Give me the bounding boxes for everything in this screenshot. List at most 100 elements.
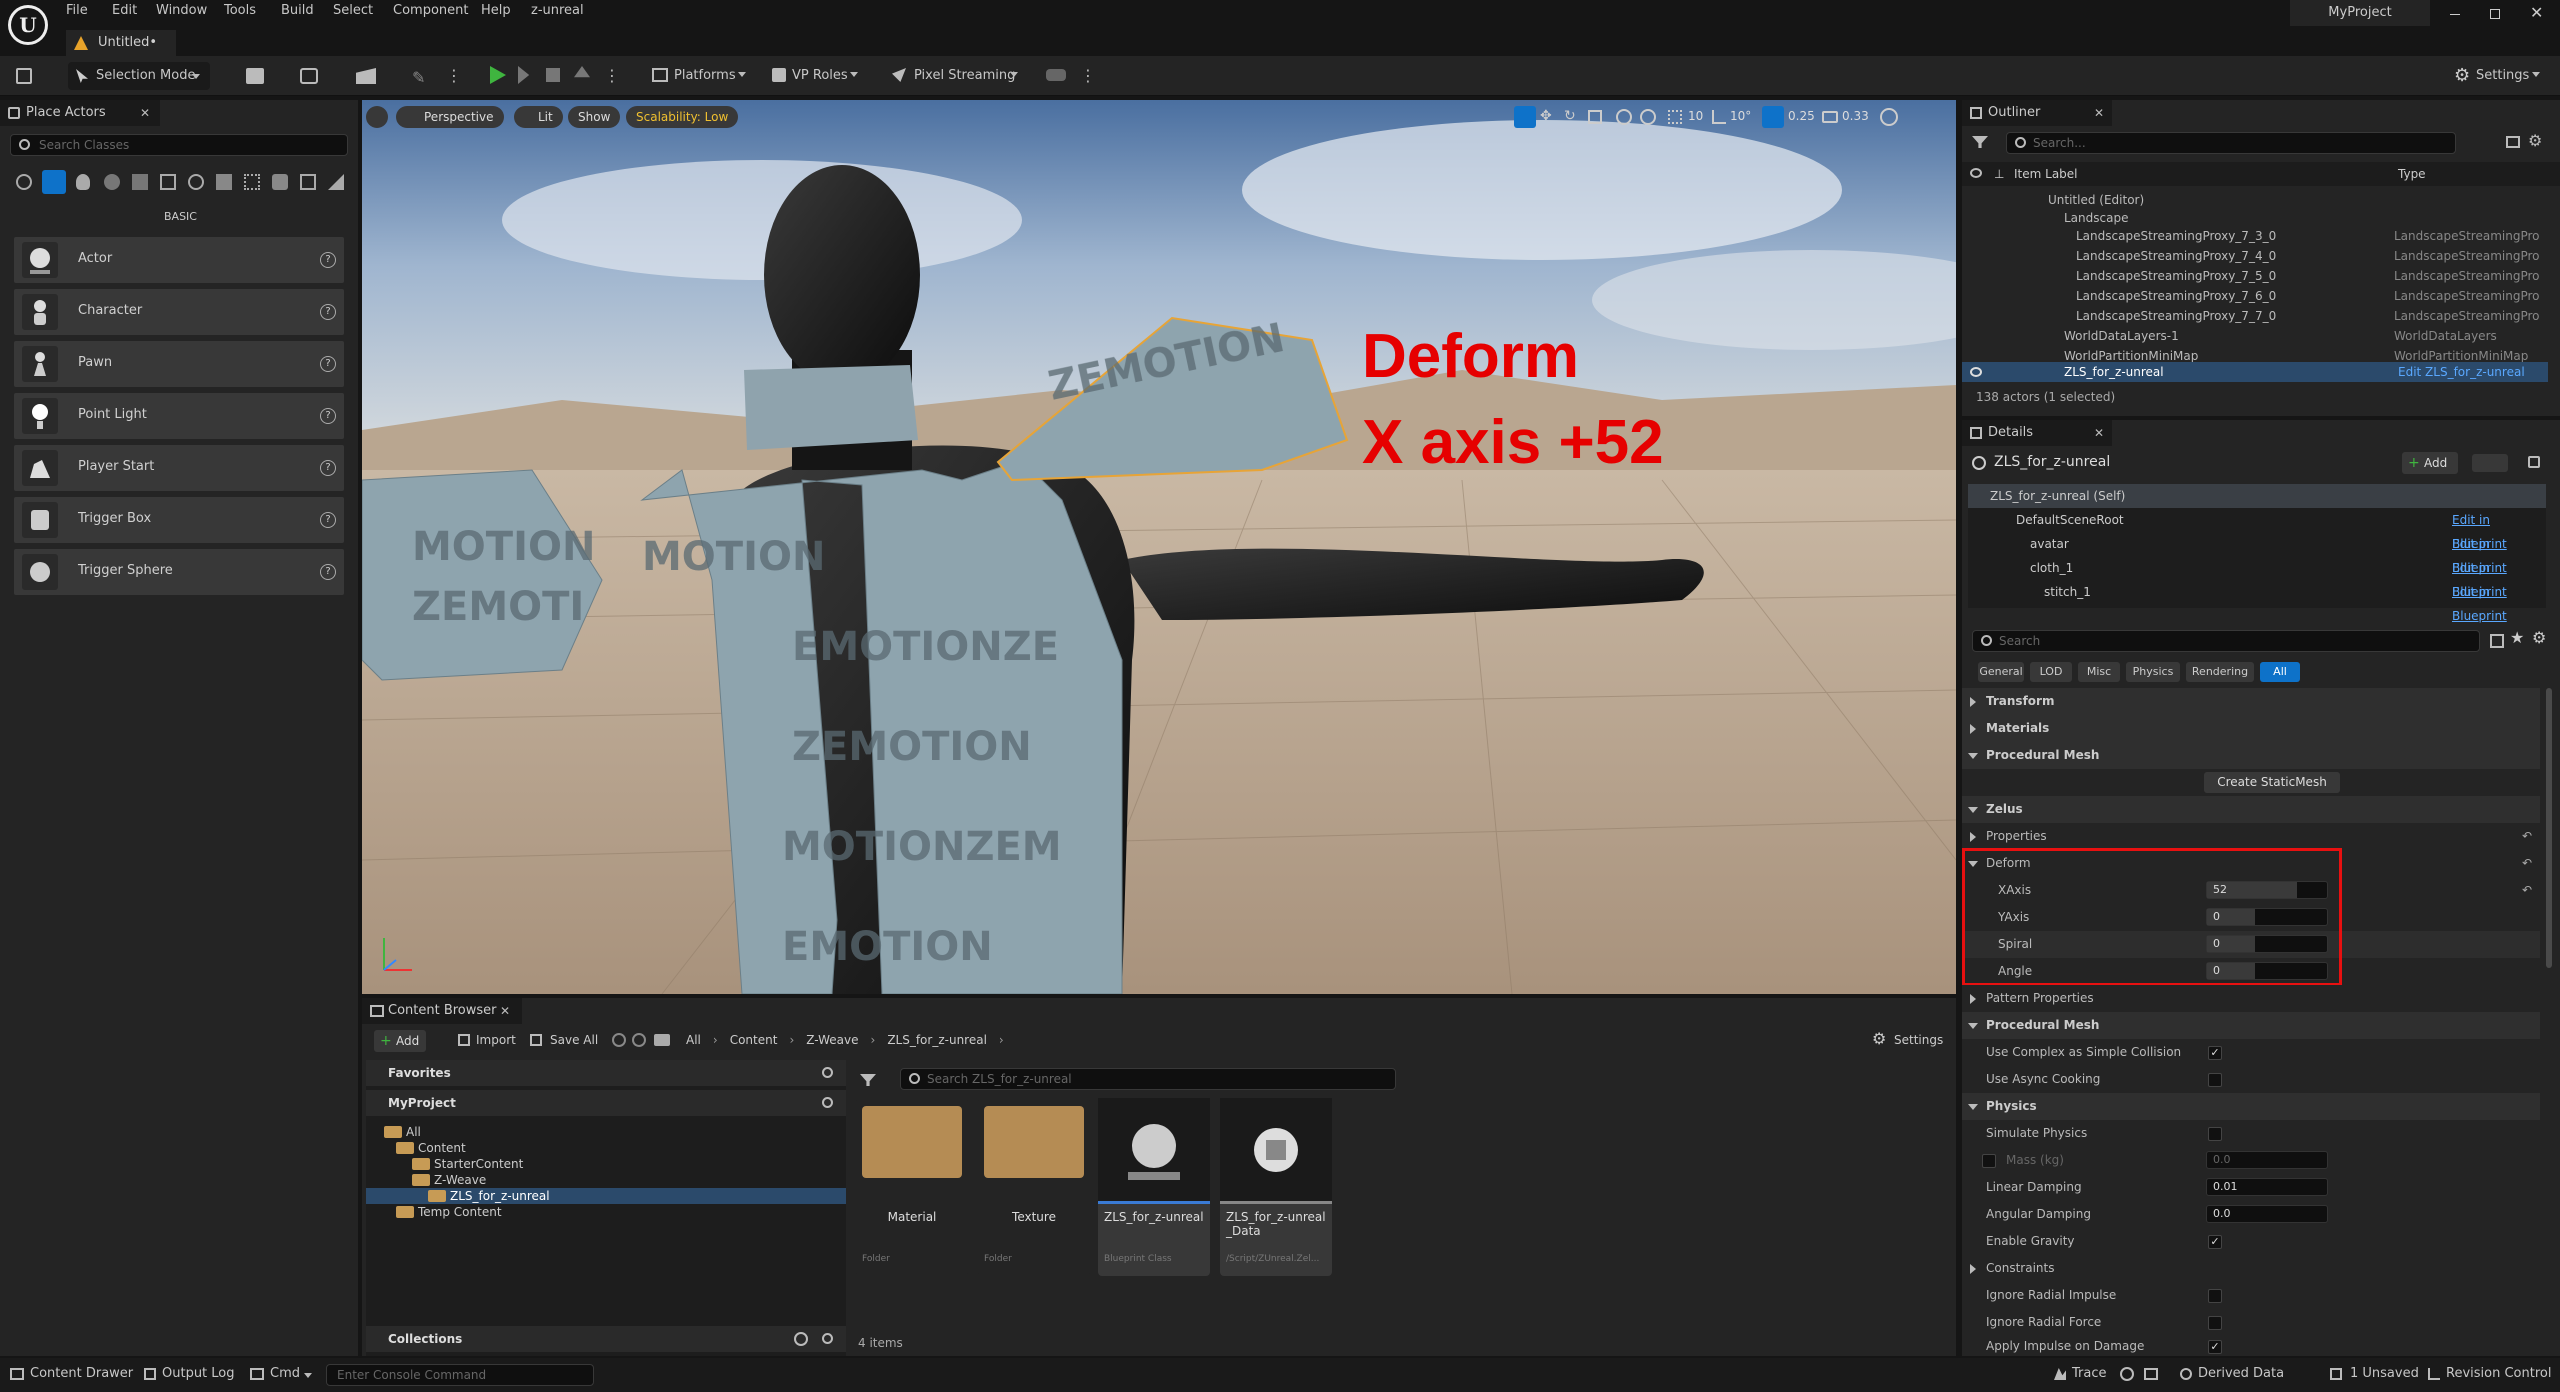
component-row[interactable]: ZLS_for_z-unreal (Self) [1968, 484, 2546, 508]
help-icon[interactable]: ? [320, 460, 336, 476]
category-procedural-mesh[interactable]: Procedural Mesh [1962, 742, 2540, 769]
menu-window[interactable]: Window [156, 3, 207, 18]
gamepad-icon[interactable] [1046, 69, 1066, 81]
outliner-row[interactable]: LandscapeStreamingProxy_7_6_0 LandscapeSt… [1962, 286, 2542, 306]
world-icon[interactable] [1616, 109, 1632, 125]
visibility-icon[interactable] [1970, 367, 1982, 377]
cb-settings-icon[interactable]: ⚙ [1872, 1029, 1886, 1048]
outliner-row-selected[interactable]: ZLS_for_z-unreal Edit ZLS_for_z-unreal [1962, 362, 2548, 382]
geometry-icon[interactable] [188, 174, 204, 190]
tab-misc[interactable]: Misc [2078, 662, 2120, 682]
save-icon[interactable] [16, 68, 32, 84]
create-static-mesh-button[interactable]: Create StaticMesh [2204, 772, 2340, 793]
modes-icon[interactable]: ✎ [412, 68, 425, 87]
rotate-icon[interactable]: ↻ [1564, 108, 1576, 124]
cinematics-icon[interactable] [356, 68, 376, 84]
tree-item-z-weave[interactable]: Z-Weave [412, 1172, 486, 1188]
pixel-streaming-icon[interactable] [892, 68, 906, 82]
filter-icon[interactable] [1972, 136, 1988, 148]
play-options-icon[interactable]: ⋮ [604, 66, 620, 85]
async-cooking-checkbox[interactable] [2208, 1073, 2222, 1087]
actor-item-pawn[interactable]: Pawn? [14, 341, 344, 387]
tab-general[interactable]: General [1978, 662, 2024, 682]
breadcrumb-content[interactable]: Content [730, 1033, 778, 1047]
add-component-button[interactable]: + Add [2402, 452, 2458, 474]
folder-icon[interactable] [654, 1034, 670, 1046]
import-button[interactable]: Import [476, 1033, 516, 1047]
properties-group[interactable]: Properties ↶ [1962, 823, 2540, 850]
camera-speed-icon[interactable] [1822, 111, 1838, 123]
restore-icon[interactable] [2490, 9, 2500, 19]
linear-damping-field[interactable]: 0.01 [2206, 1178, 2328, 1196]
scale-snap-value[interactable]: 0.25 [1788, 109, 1815, 123]
asset-tile-blueprint[interactable]: ZLS_for_z-unreal Blueprint Class [1098, 1098, 1210, 1276]
cinematic-icon[interactable] [132, 174, 148, 190]
actor-item-actor[interactable]: Actor? [14, 237, 344, 283]
more-icon[interactable] [328, 174, 344, 190]
component-row[interactable]: avatar Edit in Blueprint [1968, 532, 2546, 575]
mass-override-checkbox[interactable] [1982, 1154, 1996, 1168]
vp-roles-icon[interactable] [772, 68, 786, 82]
content-browser-tab[interactable]: Content Browser ✕ [362, 998, 522, 1024]
scale-icon[interactable] [1588, 110, 1602, 124]
apply-impulse-checkbox[interactable]: ✓ [2208, 1340, 2222, 1354]
close-tab-icon[interactable]: ✕ [140, 100, 150, 126]
settings-gear-icon[interactable]: ⚙ [2454, 65, 2470, 86]
close-window-icon[interactable]: ✕ [2530, 3, 2543, 22]
menu-select[interactable]: Select [333, 3, 373, 18]
platforms-icon[interactable] [652, 68, 668, 82]
angle-snap-icon[interactable] [1712, 110, 1726, 124]
panel-icon[interactable] [300, 174, 316, 190]
landscape-icon[interactable] [272, 174, 288, 190]
cmd-button[interactable]: Cmd [270, 1366, 300, 1381]
level-tab[interactable]: Untitled• [66, 30, 176, 56]
help-icon[interactable]: ? [320, 252, 336, 268]
search-classes-input[interactable]: Search Classes [10, 134, 348, 156]
maximize-viewport-icon[interactable] [1880, 108, 1898, 126]
actor-item-player-start[interactable]: Player Start? [14, 445, 344, 491]
close-tab-icon[interactable]: ✕ [2094, 100, 2104, 126]
lock-icon[interactable] [2528, 456, 2540, 468]
ignore-radial-force-checkbox[interactable] [2208, 1316, 2222, 1330]
save-all-button[interactable]: Save All [550, 1033, 598, 1047]
category-physics[interactable]: Physics [1962, 1093, 2540, 1120]
revision-control-button[interactable]: Revision Control [2446, 1366, 2551, 1381]
show-button[interactable]: Show [568, 106, 621, 128]
complex-collision-checkbox[interactable]: ✓ [2208, 1046, 2222, 1060]
trace-button[interactable]: Trace [2072, 1366, 2107, 1381]
outliner-row[interactable]: LandscapeStreamingProxy_7_7_0 LandscapeSt… [1962, 306, 2542, 326]
outliner-row[interactable]: LandscapeStreamingProxy_7_5_0 LandscapeSt… [1962, 266, 2542, 286]
volumes-icon[interactable] [216, 174, 232, 190]
menu-edit[interactable]: Edit [112, 3, 137, 18]
grid-snap-icon[interactable] [1668, 110, 1682, 124]
project-header[interactable]: MyProject [366, 1090, 846, 1116]
reset-icon[interactable]: ↶ [2522, 850, 2532, 877]
menu-help[interactable]: Help [481, 3, 511, 18]
selection-mode-button[interactable]: Selection Mode [68, 62, 210, 90]
minimize-icon[interactable] [2450, 14, 2460, 15]
settings-button[interactable]: Settings [2476, 68, 2529, 83]
advance-frame-icon[interactable] [518, 66, 530, 84]
outliner-search-input[interactable]: Search... [2006, 132, 2456, 154]
breadcrumb-z-weave[interactable]: Z-Weave [806, 1033, 858, 1047]
type-column[interactable]: Type [2398, 162, 2426, 186]
favorite-star-icon[interactable]: ★ [2510, 628, 2524, 647]
trace-snapshot-icon[interactable] [2144, 1368, 2158, 1380]
asset-tile-data[interactable]: ZLS_for_z-unreal_Data /Script/ZUnreal.Ze… [1220, 1098, 1332, 1276]
category-zelus[interactable]: Zelus [1962, 796, 2540, 823]
angular-damping-field[interactable]: 0.0 [2206, 1205, 2328, 1223]
blueprint-options-icon[interactable] [2472, 454, 2508, 472]
collections-header[interactable]: Collections [366, 1326, 846, 1352]
asset-tile-material[interactable]: Material Folder [856, 1098, 968, 1276]
tab-lod[interactable]: LOD [2030, 662, 2072, 682]
outliner-row[interactable]: LandscapeStreamingProxy_7_4_0 LandscapeSt… [1962, 246, 2542, 266]
eject-icon[interactable] [574, 66, 590, 78]
platforms-button[interactable]: Platforms [674, 68, 736, 83]
actor-item-trigger-box[interactable]: Trigger Box? [14, 497, 344, 543]
surface-snap-icon[interactable] [1640, 109, 1656, 125]
close-tab-icon[interactable]: ✕ [2094, 420, 2104, 446]
pattern-properties-group[interactable]: Pattern Properties [1962, 985, 2540, 1012]
component-row[interactable]: DefaultSceneRoot Edit in Blueprint [1968, 508, 2546, 551]
scalability-button[interactable]: Scalability: Low [626, 106, 739, 128]
outliner-tab[interactable]: Outliner ✕ [1962, 100, 2112, 126]
